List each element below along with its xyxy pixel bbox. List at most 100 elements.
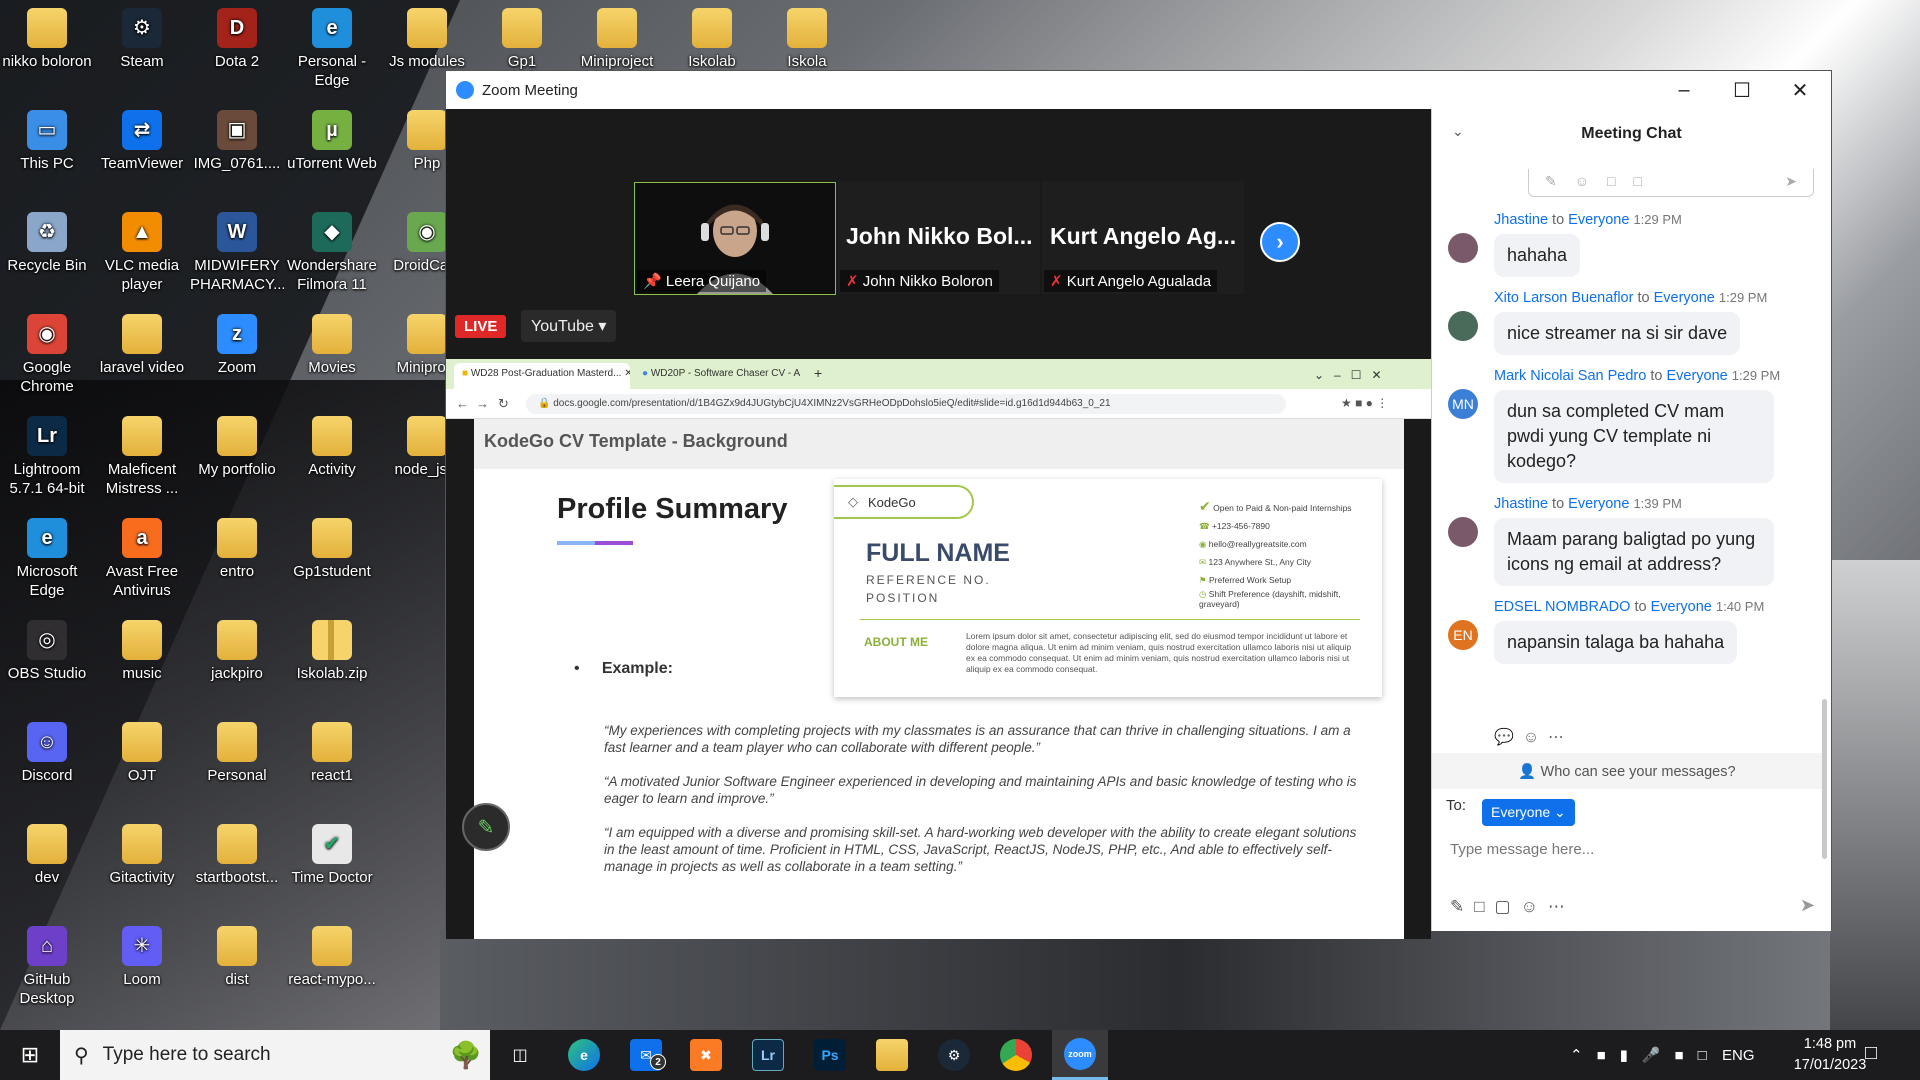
desktop-icon[interactable]: OJT (95, 722, 189, 785)
close-button[interactable]: ✕ (1771, 71, 1829, 109)
desktop-icon[interactable]: Maleficent Mistress ... (95, 416, 189, 498)
sender-name[interactable]: Mark Nicolai San Pedro (1494, 368, 1646, 384)
browser-extension-icons[interactable]: ★ ■ ● ⋮ (1341, 396, 1388, 410)
desktop-icon-label: Personal - Edge (297, 53, 367, 89)
desktop-icon[interactable]: ◎ OBS Studio (0, 620, 94, 683)
forward-icon[interactable]: → (476, 396, 489, 411)
chat-message[interactable]: EN EDSEL NOMBRADO to Everyone 1:40 PM napan… (1432, 596, 1820, 664)
edge-icon[interactable]: e (556, 1030, 612, 1080)
desktop-icon[interactable]: entro (190, 518, 284, 581)
desktop-icon[interactable]: µ uTorrent Web (285, 110, 379, 173)
desktop-icon[interactable]: ◆ Wondershare Filmora 11 (285, 212, 379, 294)
back-icon[interactable]: ← (456, 396, 469, 411)
desktop-icon[interactable]: z Zoom (190, 314, 284, 377)
desktop-icon[interactable]: ▭ This PC (0, 110, 94, 173)
desktop-icon[interactable]: dev (0, 824, 94, 887)
desktop-icon[interactable]: jackpiro (190, 620, 284, 683)
xampp-icon[interactable]: ✖ (678, 1030, 734, 1080)
desktop-icon[interactable]: ⌂ GitHub Desktop (0, 926, 94, 1008)
mail-icon[interactable]: ✉ 2 (618, 1030, 674, 1080)
desktop-icon[interactable]: ✳ Loom (95, 926, 189, 989)
desktop-icon[interactable]: e Microsoft Edge (0, 518, 94, 600)
desktop-icon[interactable]: D Dota 2 (190, 8, 284, 71)
desktop-icon[interactable]: ▣ IMG_0761.... (190, 110, 284, 173)
sender-name[interactable]: Jhastine (1494, 496, 1548, 512)
desktop-icon[interactable]: Iskolab.zip (285, 620, 379, 683)
desktop-icon[interactable]: Js modules (380, 8, 474, 71)
message-input[interactable]: Type message here... (1450, 841, 1594, 858)
message-actions[interactable]: 💬 ☺ ⋯ (1494, 727, 1564, 747)
desktop-icon[interactable]: ✔ Time Doctor (285, 824, 379, 887)
desktop-icon[interactable]: music (95, 620, 189, 683)
maximize-button[interactable]: ☐ (1713, 71, 1771, 109)
chrome-icon[interactable] (988, 1030, 1044, 1080)
desktop-icon[interactable]: nikko boloron (0, 8, 94, 71)
notification-icon[interactable]: □ (1865, 1042, 1877, 1065)
new-tab-button[interactable]: + (806, 363, 830, 389)
reload-icon[interactable]: ↻ (498, 396, 509, 412)
photoshop-icon[interactable]: Ps (802, 1030, 858, 1080)
desktop-icon[interactable]: Gp1 (475, 8, 569, 71)
desktop-icon[interactable]: react1 (285, 722, 379, 785)
zoom-taskbar-icon[interactable]: zoom (1052, 1030, 1108, 1080)
desktop-icon[interactable]: dist (190, 926, 284, 989)
desktop-icon[interactable]: ▲ VLC media player (95, 212, 189, 294)
desktop-icon[interactable]: W MIDWIFERY PHARMACY.... (190, 212, 284, 294)
sender-name[interactable]: EDSEL NOMBRADO (1494, 599, 1630, 615)
browser-tab[interactable]: ● WD20P - Software Chaser CV - A ✕ (634, 363, 802, 389)
windows-start-icon[interactable]: ⊞ (0, 1030, 60, 1080)
desktop-icon[interactable]: ⚙ Steam (95, 8, 189, 71)
chat-message[interactable]: Jhastine to Everyone 1:29 PM hahaha (1432, 209, 1820, 277)
desktop-icon[interactable]: Iskolab (665, 8, 759, 71)
chat-scrollbar[interactable] (1822, 699, 1827, 859)
desktop-icon[interactable]: ◉ Google Chrome (0, 314, 94, 396)
collapsed-composer[interactable]: ✎☺□□ ➤ (1528, 169, 1814, 197)
browser-window-controls[interactable]: ⌄ – ☐ ✕ (1306, 363, 1390, 389)
sender-name[interactable]: Xito Larson Buenaflor (1494, 290, 1633, 306)
chat-message[interactable]: Jhastine to Everyone 1:39 PM Maam parang b… (1432, 493, 1820, 586)
participant-video-tile[interactable]: 📌 Leera Quijano (634, 182, 836, 295)
browser-tab[interactable]: ■ WD28 Post-Graduation Masterd... ✕ (454, 363, 630, 389)
language-indicator[interactable]: ENG (1722, 1030, 1755, 1080)
desktop-icon[interactable]: Gp1student (285, 518, 379, 581)
annotate-pen-button[interactable]: ✎ (462, 803, 510, 851)
desktop-icon[interactable]: a Avast Free Antivirus (95, 518, 189, 600)
next-participants-button[interactable]: › (1260, 222, 1300, 262)
system-tray-icons[interactable]: ⌃■▮🎤■□ (1570, 1030, 1721, 1080)
stream-target-dropdown[interactable]: YouTube ▾ (521, 310, 617, 342)
desktop-icon[interactable]: Activity (285, 416, 379, 479)
file-explorer-icon[interactable] (864, 1030, 920, 1080)
desktop-icon[interactable]: e Personal - Edge (285, 8, 379, 90)
desktop-icon[interactable]: Miniproject (570, 8, 664, 71)
desktop-icon[interactable]: Movies (285, 314, 379, 377)
desktop-icon[interactable]: ⇄ TeamViewer (95, 110, 189, 173)
desktop-icon[interactable]: Iskola (760, 8, 854, 71)
desktop-icon[interactable]: react-mypo... (285, 926, 379, 989)
chat-message[interactable]: Xito Larson Buenaflor to Everyone 1:29 PM… (1432, 287, 1820, 355)
visibility-notice[interactable]: 👤 Who can see your messages? (1432, 753, 1822, 789)
clock[interactable]: 1:48 pm 17/01/2023 (1790, 1034, 1870, 1076)
desktop-icon[interactable]: ☺ Discord (0, 722, 94, 785)
desktop-icon[interactable]: laravel video (95, 314, 189, 377)
recipient-dropdown[interactable]: Everyone ⌄ (1482, 799, 1575, 826)
message-bubble: Maam parang baligtad po yung icons ng em… (1494, 518, 1774, 586)
desktop-icon[interactable]: Gitactivity (95, 824, 189, 887)
chat-message[interactable]: MN Mark Nicolai San Pedro to Everyone 1:29… (1432, 365, 1820, 483)
participant-tile[interactable]: Kurt Angelo Ag... ✗ Kurt Angelo Agualada (1042, 181, 1244, 294)
sender-name[interactable]: Jhastine (1494, 212, 1548, 228)
desktop-icon[interactable]: My portfolio (190, 416, 284, 479)
lightroom-icon[interactable]: Lr (740, 1030, 796, 1080)
task-view-icon[interactable]: ◫ (492, 1030, 548, 1080)
minimize-button[interactable]: – (1655, 71, 1713, 109)
address-bar[interactable]: 🔒 docs.google.com/presentation/d/1B4GZx9… (526, 394, 1286, 414)
taskbar-search[interactable]: ⚲ Type here to search 🌳 (60, 1030, 490, 1080)
live-badge[interactable]: LIVE (455, 315, 507, 338)
desktop-icon[interactable]: Personal (190, 722, 284, 785)
desktop-icon[interactable]: startbootst... (190, 824, 284, 887)
desktop-icon[interactable]: ♻ Recycle Bin (0, 212, 94, 275)
steam-icon[interactable]: ⚙ (926, 1030, 982, 1080)
send-icon[interactable]: ➤ (1800, 895, 1815, 916)
participant-tile[interactable]: John Nikko Bol... ✗ John Nikko Boloron (838, 181, 1040, 294)
chat-toolbar[interactable]: ✎□▢☺⋯ (1450, 897, 1575, 917)
desktop-icon[interactable]: Lr Lightroom 5.7.1 64-bit (0, 416, 94, 498)
